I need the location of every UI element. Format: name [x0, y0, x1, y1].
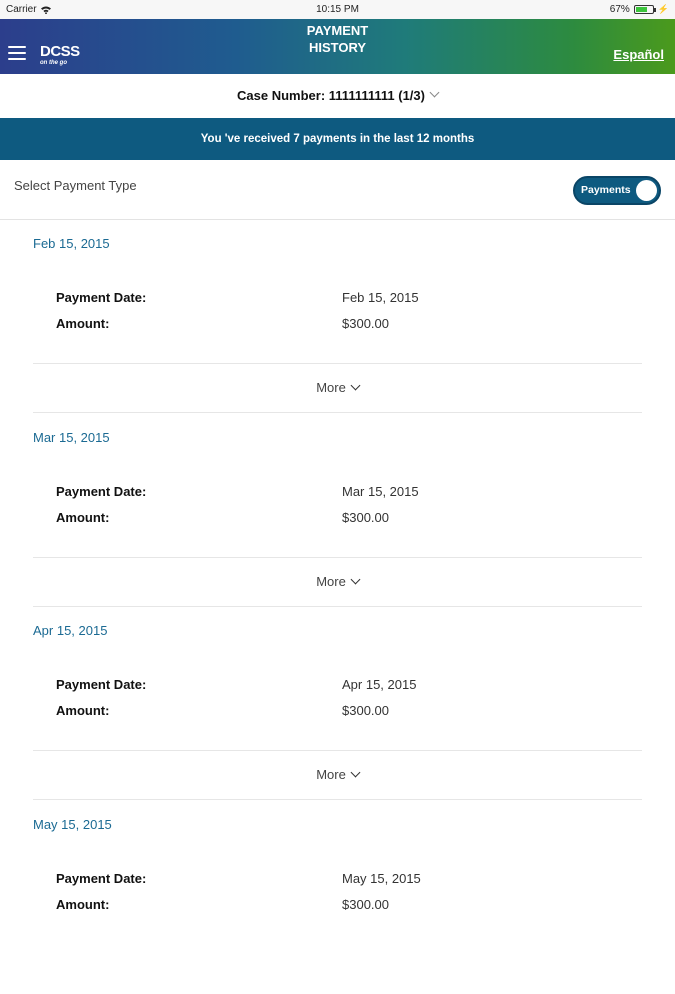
chevron-down-icon [350, 574, 360, 584]
clock: 10:15 PM [0, 4, 675, 15]
payment-card: Feb 15, 2015 Payment Date: Feb 15, 2015 A… [0, 220, 675, 414]
amount-value: $300.00 [342, 510, 389, 525]
payment-list: Feb 15, 2015 Payment Date: Feb 15, 2015 A… [0, 220, 675, 994]
payment-card: May 15, 2015 Payment Date: May 15, 2015 A… [0, 801, 675, 994]
language-link[interactable]: Español [613, 47, 664, 62]
status-bar: Carrier 10:15 PM 67% ⚡ [0, 0, 675, 19]
payment-date-label: Payment Date: [56, 290, 146, 305]
more-button[interactable]: More [0, 767, 675, 782]
chevron-down-icon [350, 381, 360, 391]
payment-date-value: Mar 15, 2015 [342, 484, 419, 499]
case-number-label: Case Number: 1111111111 (1/3) [237, 88, 425, 103]
case-number-selector[interactable]: Case Number: 1111111111 (1/3) [0, 74, 675, 118]
amount-value: $300.00 [342, 897, 389, 912]
amount-label: Amount: [56, 316, 109, 331]
more-button[interactable]: More [0, 380, 675, 395]
amount-label: Amount: [56, 897, 109, 912]
divider [33, 557, 642, 558]
amount-value: $300.00 [342, 316, 389, 331]
payment-card: Apr 15, 2015 Payment Date: Apr 15, 2015 A… [0, 607, 675, 801]
toggle-knob [636, 180, 657, 201]
payment-heading: May 15, 2015 [33, 817, 112, 832]
payment-card: Mar 15, 2015 Payment Date: Mar 15, 2015 A… [0, 414, 675, 608]
amount-value: $300.00 [342, 703, 389, 718]
payment-date-label: Payment Date: [56, 677, 146, 692]
payment-heading: Mar 15, 2015 [33, 430, 110, 445]
payment-summary-banner: You 've received 7 payments in the last … [0, 118, 675, 160]
payment-type-toggle[interactable]: Payments [573, 176, 661, 205]
more-button[interactable]: More [0, 574, 675, 589]
app-header: DCSS on the go PAYMENT HISTORY Español [0, 19, 675, 74]
amount-label: Amount: [56, 510, 109, 525]
divider [33, 363, 642, 364]
chevron-down-icon [430, 88, 440, 98]
payment-heading: Feb 15, 2015 [33, 236, 110, 251]
payment-date-value: Feb 15, 2015 [342, 290, 419, 305]
payment-type-label: Select Payment Type [14, 178, 137, 193]
payment-date-label: Payment Date: [56, 484, 146, 499]
payment-date-value: Apr 15, 2015 [342, 677, 416, 692]
amount-label: Amount: [56, 703, 109, 718]
battery-percent: 67% [610, 4, 630, 15]
charging-bolt-icon: ⚡ [658, 4, 669, 15]
payment-heading: Apr 15, 2015 [33, 623, 107, 638]
battery-icon [634, 5, 654, 14]
page-title: PAYMENT HISTORY [0, 22, 675, 56]
payment-type-row: Select Payment Type Payments [0, 160, 675, 220]
payment-date-label: Payment Date: [56, 871, 146, 886]
divider [33, 750, 642, 751]
payment-date-value: May 15, 2015 [342, 871, 421, 886]
chevron-down-icon [350, 768, 360, 778]
